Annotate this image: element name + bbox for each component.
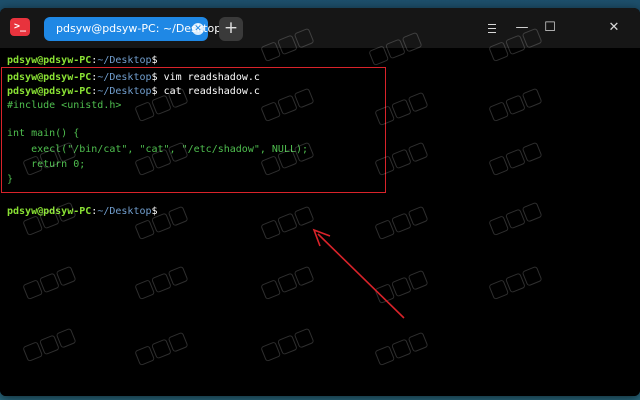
terminal-window: >_ pdsyw@pdsyw-PC: ~/Desktop ✕ + — ☐ ✕ p… bbox=[0, 8, 640, 396]
prompt-dollar: $ bbox=[151, 55, 158, 66]
close-button[interactable]: ✕ bbox=[604, 19, 624, 37]
command-line-vim: pdsyw@pdsyw-PC:~/Desktop$ vim readshadow… bbox=[7, 71, 260, 85]
prompt-path: ~/Desktop bbox=[97, 86, 152, 97]
code-line: int main() { bbox=[7, 128, 80, 139]
code-line: return 0; bbox=[7, 159, 86, 170]
menu-icon bbox=[488, 24, 496, 25]
code-line: } bbox=[7, 174, 14, 185]
terminal-app-icon[interactable]: >_ bbox=[10, 18, 30, 36]
title-bar: >_ pdsyw@pdsyw-PC: ~/Desktop ✕ + — ☐ ✕ bbox=[0, 8, 640, 48]
code-line: execl("/bin/cat", "cat", "/etc/shadow", … bbox=[7, 144, 309, 155]
prompt-user: pdsyw@pdsyw-PC bbox=[7, 72, 92, 83]
prompt-path: ~/Desktop bbox=[97, 72, 152, 83]
minimize-button[interactable]: — bbox=[512, 19, 532, 37]
prompt-line-current: pdsyw@pdsyw-PC:~/Desktop$ bbox=[7, 205, 158, 219]
prompt-path: ~/Desktop bbox=[97, 55, 152, 66]
command-text: cat readshadow.c bbox=[157, 86, 260, 97]
prompt-line: pdsyw@pdsyw-PC:~/Desktop$ bbox=[7, 54, 158, 68]
code-line: #include <unistd.h> bbox=[7, 100, 122, 111]
prompt-path: ~/Desktop bbox=[97, 206, 152, 217]
terminal-output[interactable]: pdsyw@pdsyw-PC:~/Desktop$ pdsyw@pdsyw-PC… bbox=[0, 48, 640, 396]
menu-icon-bar bbox=[488, 28, 496, 29]
prompt-user: pdsyw@pdsyw-PC bbox=[7, 206, 92, 217]
maximize-button[interactable]: ☐ bbox=[540, 19, 560, 37]
menu-button[interactable] bbox=[482, 19, 502, 37]
new-tab-button[interactable]: + bbox=[219, 17, 243, 41]
menu-icon-bar bbox=[488, 32, 496, 33]
command-text: vim readshadow.c bbox=[157, 72, 260, 83]
tab-close-icon[interactable]: ✕ bbox=[192, 23, 204, 35]
prompt-user: pdsyw@pdsyw-PC bbox=[7, 55, 92, 66]
prompt-user: pdsyw@pdsyw-PC bbox=[7, 86, 92, 97]
tab-desktop[interactable]: pdsyw@pdsyw-PC: ~/Desktop ✕ bbox=[44, 17, 221, 41]
prompt-dollar: $ bbox=[151, 206, 158, 217]
command-line-cat: pdsyw@pdsyw-PC:~/Desktop$ cat readshadow… bbox=[7, 85, 260, 99]
